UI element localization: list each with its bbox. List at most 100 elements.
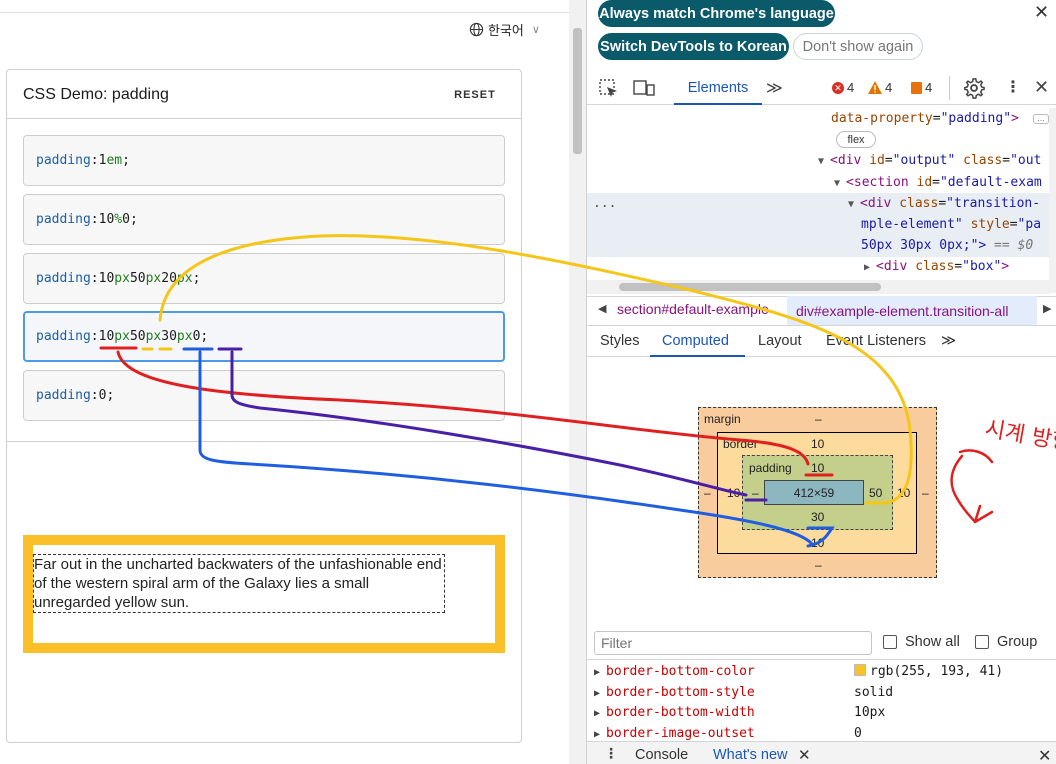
- padding-right-value[interactable]: 50: [869, 486, 882, 500]
- close-banner-icon[interactable]: ✕: [1034, 2, 1049, 23]
- dom-line-4[interactable]: ▼ <div class="transition-: [848, 193, 1040, 215]
- more-tabs-icon[interactable]: ≫: [766, 78, 783, 98]
- margin-right-value[interactable]: –: [922, 486, 929, 500]
- choice-value-number: 10: [98, 329, 115, 344]
- reset-button[interactable]: RESET: [447, 84, 503, 106]
- page-scrollbar[interactable]: [569, 0, 586, 764]
- dom-selected-marker: == $0: [986, 238, 1034, 253]
- show-all-toggle[interactable]: Show all: [883, 634, 960, 650]
- dom-line-1[interactable]: data-property="padding">: [831, 108, 1019, 129]
- filter-input[interactable]: [594, 631, 872, 655]
- breadcrumb-item-div[interactable]: div#example-element.transition-all: [787, 296, 1037, 325]
- dom-scrollbar-thumb[interactable]: [619, 283, 881, 291]
- dom-node-actions-icon[interactable]: ...: [593, 193, 616, 214]
- ellipsis-icon[interactable]: …: [1033, 114, 1049, 124]
- choice-value-number: 0: [122, 212, 130, 227]
- dom-vertical-scrollbar[interactable]: [1049, 108, 1056, 293]
- language-selector[interactable]: 한국어 ∨: [469, 18, 540, 40]
- group-checkbox[interactable]: [975, 635, 989, 649]
- tab-styles[interactable]: Styles: [600, 333, 640, 349]
- inspect-element-icon[interactable]: [598, 78, 620, 98]
- tab-computed[interactable]: Computed: [662, 333, 729, 349]
- margin-top-value[interactable]: –: [815, 412, 822, 426]
- choice-property: padding: [36, 212, 91, 227]
- gear-icon[interactable]: [963, 77, 985, 99]
- dom-line-3[interactable]: ▼ <section id="default-exam: [834, 172, 1042, 194]
- margin-left-value[interactable]: –: [704, 486, 711, 500]
- dom-line-7[interactable]: ▶ <div class="box">: [864, 256, 1009, 278]
- computed-property-name: border-bottom-style: [606, 684, 755, 700]
- error-count[interactable]: ✕ 4: [832, 80, 854, 95]
- tab-elements[interactable]: Elements: [674, 72, 762, 105]
- breadcrumb-item-section[interactable]: section#default-example: [617, 301, 769, 317]
- more-options-icon[interactable]: ⋮: [1005, 77, 1021, 97]
- page-scrollbar-thumb[interactable]: [573, 28, 582, 154]
- padding-choice[interactable]: padding: 0;: [23, 370, 505, 421]
- dom-horizontal-scrollbar[interactable]: [587, 280, 1049, 294]
- computed-property-row[interactable]: ▶ border-bottom-style solid: [594, 682, 1049, 704]
- choice-value-number: 30: [161, 329, 177, 344]
- computed-property-name: border-bottom-width: [606, 705, 755, 720]
- issue-count[interactable]: 4: [911, 80, 932, 95]
- tab-console[interactable]: Console: [635, 747, 688, 763]
- breadcrumb-left-arrow-icon[interactable]: ◀: [598, 302, 606, 315]
- dont-show-again-button[interactable]: Don't show again: [793, 33, 923, 60]
- show-all-label: Show all: [905, 634, 960, 650]
- computed-property-value-text: 0: [854, 725, 862, 741]
- choice-value-unit: em: [106, 153, 123, 168]
- computed-property-value: 10px: [854, 702, 885, 723]
- border-right-value[interactable]: 10: [897, 486, 910, 500]
- choice-value-number: 10: [98, 271, 115, 286]
- border-top-value[interactable]: 10: [811, 437, 824, 451]
- dom-line-6[interactable]: 50px 30px 0px;"> == $0: [861, 235, 1033, 256]
- expand-arrow-icon[interactable]: ▶: [594, 688, 606, 699]
- computed-property-row[interactable]: ▶ border-bottom-width 10px: [594, 702, 1049, 724]
- choice-value-unit: %: [114, 212, 123, 227]
- computed-property-value: solid: [854, 682, 893, 703]
- expand-arrow-icon[interactable]: ▶: [594, 667, 606, 678]
- switch-language-button[interactable]: Switch DevTools to Korean: [598, 33, 789, 60]
- border-left-value[interactable]: 10: [727, 486, 740, 500]
- flex-badge[interactable]: flex: [836, 131, 876, 148]
- group-toggle[interactable]: Group: [975, 634, 1037, 650]
- dom-line-2[interactable]: ▼ <div id="output" class="out: [818, 150, 1041, 172]
- padding-left-value[interactable]: –: [752, 486, 759, 500]
- expand-arrow-icon[interactable]: ▶: [594, 708, 606, 719]
- dom-attr: style: [970, 217, 1010, 232]
- box-model-content[interactable]: 412×59: [764, 480, 864, 505]
- close-drawer-icon[interactable]: ✕: [1038, 746, 1051, 764]
- warning-count[interactable]: 4: [868, 80, 892, 95]
- padding-choice[interactable]: padding: 10 px 50 px 30 px 0;: [23, 311, 505, 362]
- dom-line-5[interactable]: mple-element" style="pa: [861, 214, 1041, 235]
- devtools-tabbar: [587, 70, 1056, 105]
- drawer-menu-icon[interactable]: ⋮: [604, 745, 618, 762]
- margin-bottom-value[interactable]: –: [815, 558, 822, 572]
- dom-value: "pa: [1017, 217, 1042, 232]
- padding-top-value[interactable]: 10: [811, 461, 824, 475]
- choice-colon: :: [90, 271, 99, 286]
- show-all-checkbox[interactable]: [883, 635, 897, 649]
- padding-choice[interactable]: padding: 10 px 50 px 20 px;: [23, 253, 505, 304]
- dom-attr: class: [899, 196, 939, 211]
- border-bottom-value[interactable]: 10: [811, 536, 824, 550]
- match-language-button[interactable]: Always match Chrome's language: [598, 0, 835, 27]
- expand-arrow-icon[interactable]: ▶: [594, 729, 606, 740]
- breadcrumb-right-arrow-icon[interactable]: ▶: [1043, 302, 1051, 315]
- computed-property-name: border-bottom-color: [606, 664, 755, 679]
- tab-whats-new[interactable]: What's new: [713, 747, 788, 763]
- choice-semicolon: ;: [122, 153, 130, 168]
- tab-layout[interactable]: Layout: [758, 333, 802, 349]
- padding-choice[interactable]: padding: 10% 0;: [23, 194, 505, 245]
- computed-property-row[interactable]: ▶ border-bottom-color rgb(255, 193, 41): [594, 661, 1049, 683]
- choice-value-unit: px: [114, 271, 130, 286]
- close-devtools-icon[interactable]: ✕: [1034, 77, 1049, 98]
- padding-bottom-value[interactable]: 30: [811, 510, 824, 524]
- padding-choice[interactable]: padding: 1 em;: [23, 135, 505, 186]
- more-subtabs-icon[interactable]: ≫: [941, 333, 956, 349]
- close-whats-new-icon[interactable]: ✕: [798, 746, 811, 764]
- device-toolbar-icon[interactable]: [632, 78, 656, 98]
- tab-event-listeners[interactable]: Event Listeners: [826, 333, 926, 349]
- choice-property: padding: [36, 153, 91, 168]
- choice-colon: :: [90, 388, 99, 403]
- color-swatch-icon[interactable]: [854, 664, 866, 676]
